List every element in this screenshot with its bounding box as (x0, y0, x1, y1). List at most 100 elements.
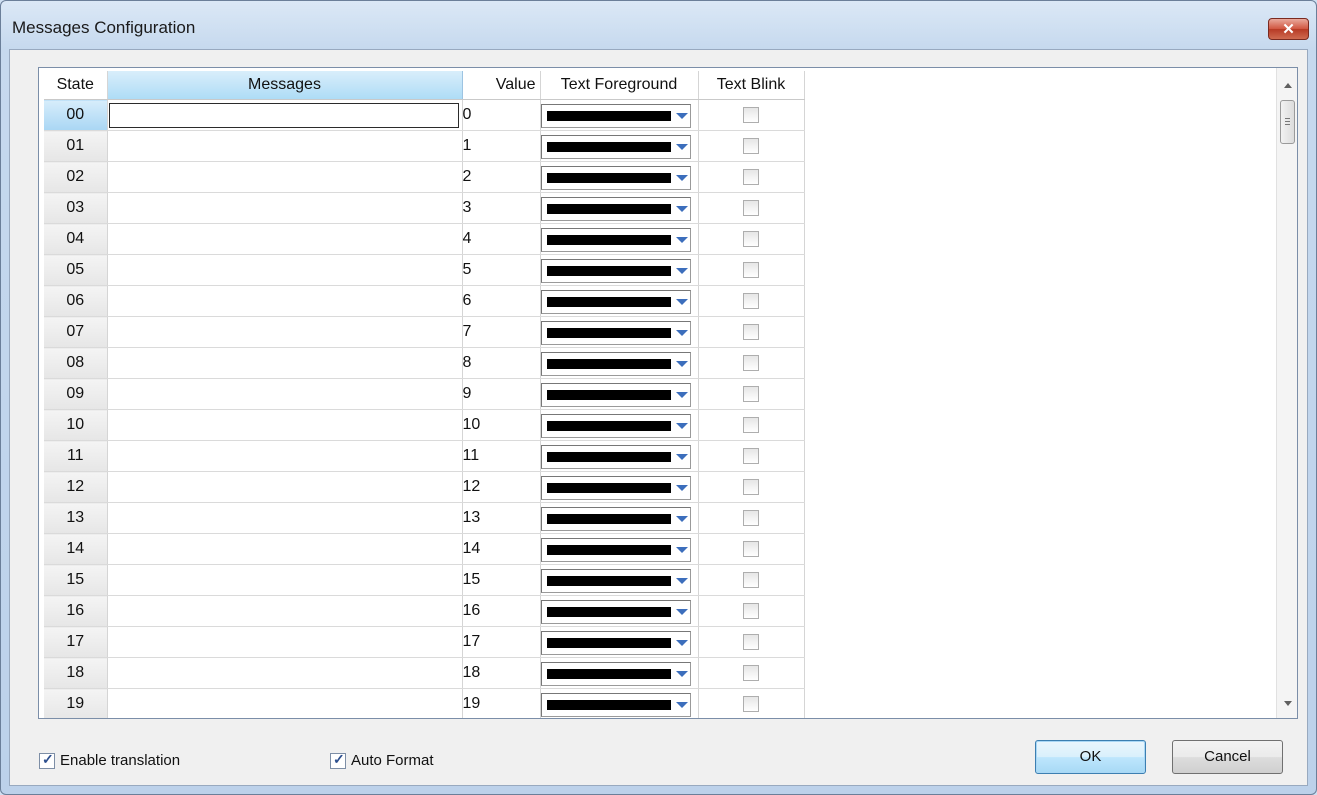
dropdown-arrow-icon[interactable] (675, 361, 688, 367)
row-state-header[interactable]: 18 (44, 657, 108, 689)
message-cell[interactable] (107, 161, 463, 193)
value-cell[interactable]: 13 (462, 502, 541, 534)
scrollbar-thumb[interactable] (1280, 100, 1295, 144)
dropdown-arrow-icon[interactable] (675, 175, 688, 181)
row-state-header[interactable]: 03 (44, 192, 108, 224)
table-row[interactable]: 13 13 (44, 502, 805, 534)
table-row[interactable]: 17 17 (44, 626, 805, 658)
text-blink-checkbox[interactable] (743, 169, 759, 185)
text-blink-checkbox[interactable] (743, 665, 759, 681)
dropdown-arrow-icon[interactable] (675, 671, 688, 677)
message-cell[interactable] (107, 130, 463, 162)
dropdown-arrow-icon[interactable] (675, 609, 688, 615)
message-cell[interactable] (107, 502, 463, 534)
dropdown-arrow-icon[interactable] (675, 392, 688, 398)
row-state-header[interactable]: 13 (44, 502, 108, 534)
text-blink-checkbox[interactable] (743, 262, 759, 278)
value-cell[interactable]: 8 (462, 347, 541, 379)
value-cell[interactable]: 3 (462, 192, 541, 224)
text-foreground-color-dropdown[interactable] (540, 383, 691, 407)
row-state-header[interactable]: 12 (44, 471, 108, 503)
text-foreground-color-dropdown[interactable] (540, 538, 691, 562)
column-header-text-foreground[interactable]: Text Foreground (540, 71, 699, 100)
row-state-header[interactable]: 09 (44, 378, 108, 410)
row-state-header[interactable]: 01 (44, 130, 108, 162)
value-cell[interactable]: 19 (462, 688, 541, 718)
message-cell[interactable] (107, 626, 463, 658)
text-foreground-color-dropdown[interactable] (540, 507, 691, 531)
table-row[interactable]: 08 8 (44, 347, 805, 379)
text-foreground-color-dropdown[interactable] (540, 631, 691, 655)
title-bar[interactable]: Messages Configuration ✕ (1, 1, 1316, 49)
text-blink-checkbox[interactable] (743, 355, 759, 371)
text-foreground-color-dropdown[interactable] (540, 290, 691, 314)
value-cell[interactable]: 16 (462, 595, 541, 627)
value-cell[interactable]: 14 (462, 533, 541, 565)
table-row[interactable]: 06 6 (44, 285, 805, 317)
text-blink-checkbox[interactable] (743, 107, 759, 123)
close-button[interactable]: ✕ (1268, 18, 1309, 40)
dropdown-arrow-icon[interactable] (675, 547, 688, 553)
table-row[interactable]: 09 9 (44, 378, 805, 410)
text-blink-checkbox[interactable] (743, 634, 759, 650)
value-cell[interactable]: 15 (462, 564, 541, 596)
dropdown-arrow-icon[interactable] (675, 423, 688, 429)
dropdown-arrow-icon[interactable] (675, 330, 688, 336)
dropdown-arrow-icon[interactable] (675, 206, 688, 212)
row-state-header[interactable]: 17 (44, 626, 108, 658)
table-row[interactable]: 18 18 (44, 657, 805, 689)
row-state-header[interactable]: 04 (44, 223, 108, 255)
vertical-scrollbar[interactable] (1276, 68, 1297, 718)
value-cell[interactable]: 18 (462, 657, 541, 689)
text-foreground-color-dropdown[interactable] (540, 445, 691, 469)
text-blink-checkbox[interactable] (743, 231, 759, 247)
table-row[interactable]: 10 10 (44, 409, 805, 441)
message-cell[interactable] (107, 688, 463, 718)
message-cell[interactable] (107, 99, 463, 131)
dropdown-arrow-icon[interactable] (675, 454, 688, 460)
text-foreground-color-dropdown[interactable] (540, 135, 691, 159)
row-state-header[interactable]: 19 (44, 688, 108, 718)
message-cell[interactable] (107, 316, 463, 348)
table-row[interactable]: 11 11 (44, 440, 805, 472)
row-state-header[interactable]: 05 (44, 254, 108, 286)
table-row[interactable]: 00 0 (44, 99, 805, 131)
message-cell[interactable] (107, 347, 463, 379)
dropdown-arrow-icon[interactable] (675, 485, 688, 491)
table-row[interactable]: 03 3 (44, 192, 805, 224)
table-row[interactable]: 07 7 (44, 316, 805, 348)
message-cell[interactable] (107, 285, 463, 317)
text-foreground-color-dropdown[interactable] (540, 352, 691, 376)
row-state-header[interactable]: 16 (44, 595, 108, 627)
column-header-state[interactable]: State (44, 71, 108, 100)
table-row[interactable]: 04 4 (44, 223, 805, 255)
row-state-header[interactable]: 08 (44, 347, 108, 379)
text-blink-checkbox[interactable] (743, 572, 759, 588)
dropdown-arrow-icon[interactable] (675, 144, 688, 150)
text-foreground-color-dropdown[interactable] (540, 476, 691, 500)
text-blink-checkbox[interactable] (743, 293, 759, 309)
text-blink-checkbox[interactable] (743, 479, 759, 495)
message-cell[interactable] (107, 657, 463, 689)
row-state-header[interactable]: 06 (44, 285, 108, 317)
ok-button[interactable]: OK (1035, 740, 1146, 774)
row-state-header[interactable]: 15 (44, 564, 108, 596)
text-blink-checkbox[interactable] (743, 603, 759, 619)
text-foreground-color-dropdown[interactable] (540, 569, 691, 593)
row-state-header[interactable]: 00 (44, 99, 108, 131)
text-blink-checkbox[interactable] (743, 386, 759, 402)
value-cell[interactable]: 4 (462, 223, 541, 255)
message-cell[interactable] (107, 533, 463, 565)
text-blink-checkbox[interactable] (743, 510, 759, 526)
dropdown-arrow-icon[interactable] (675, 516, 688, 522)
auto-format-label[interactable]: Auto Format (351, 752, 434, 769)
text-foreground-color-dropdown[interactable] (540, 662, 691, 686)
message-cell[interactable] (107, 440, 463, 472)
text-foreground-color-dropdown[interactable] (540, 197, 691, 221)
cancel-button[interactable]: Cancel (1172, 740, 1283, 774)
text-blink-checkbox[interactable] (743, 696, 759, 712)
dropdown-arrow-icon[interactable] (675, 299, 688, 305)
value-cell[interactable]: 2 (462, 161, 541, 193)
text-blink-checkbox[interactable] (743, 448, 759, 464)
message-cell[interactable] (107, 223, 463, 255)
